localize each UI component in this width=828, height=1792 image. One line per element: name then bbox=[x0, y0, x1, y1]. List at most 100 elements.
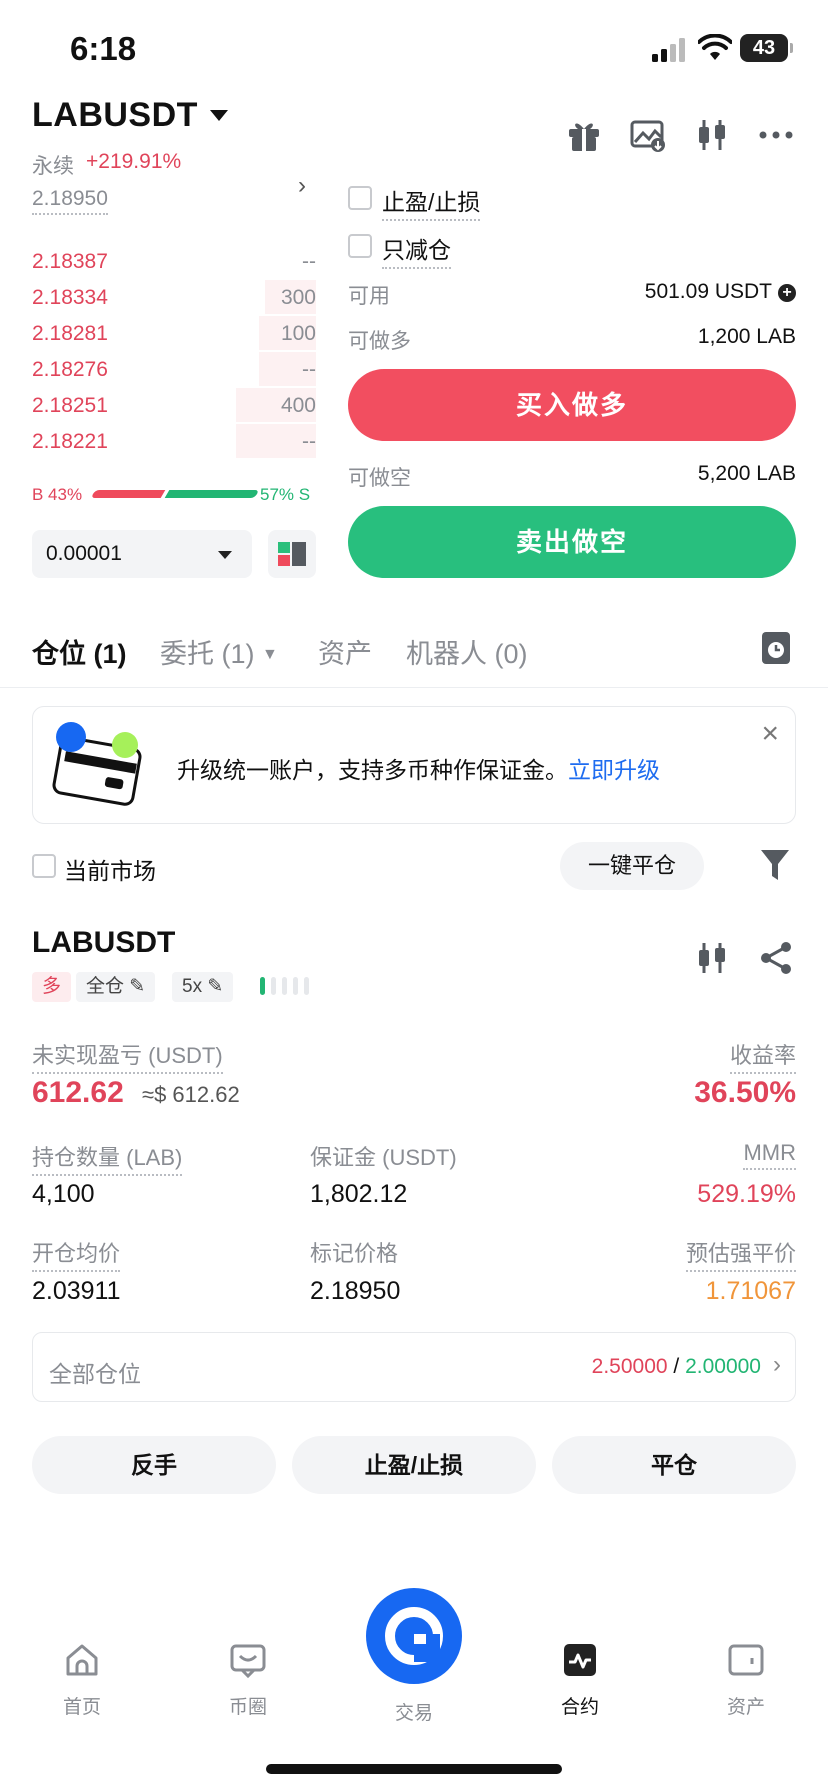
position-symbol[interactable]: LABUSDT bbox=[32, 926, 175, 960]
entry-price-value: 2.03911 bbox=[32, 1277, 121, 1305]
leverage-label: 5x bbox=[182, 976, 203, 997]
candlestick-icon[interactable] bbox=[694, 940, 730, 976]
tab-orders[interactable]: 委托 (1) ▼ bbox=[160, 632, 278, 671]
order-book-row[interactable]: 2.18276 -- bbox=[32, 352, 316, 388]
reverse-button[interactable]: 反手 bbox=[32, 1436, 276, 1494]
leverage-tag[interactable]: 5x ✎ bbox=[172, 972, 234, 1002]
order-book-row[interactable]: 2.18281 100 bbox=[32, 316, 316, 352]
gift-icon[interactable] bbox=[566, 117, 602, 153]
wallet-outline-icon bbox=[728, 1644, 764, 1676]
margin-mode-tag[interactable]: 全仓 ✎ bbox=[76, 972, 156, 1002]
reduce-only-checkbox[interactable] bbox=[348, 234, 372, 258]
change-percent: +219.91% bbox=[86, 150, 182, 173]
roe-label[interactable]: 收益率 bbox=[729, 1038, 796, 1074]
caret-down-icon bbox=[218, 551, 232, 559]
mark-price-label: 标记价格 bbox=[310, 1241, 399, 1266]
ask-price: 2.18276 bbox=[32, 358, 108, 381]
available-value: 501.09 USDT + bbox=[645, 280, 796, 304]
entry-price-label[interactable]: 开仓均价 bbox=[32, 1236, 121, 1272]
layout-icon bbox=[278, 542, 306, 566]
futures-icon bbox=[564, 1644, 596, 1676]
unrealized-pnl-usd: ≈$ 612.62 bbox=[142, 1082, 240, 1107]
nav-trade-label: 交易 bbox=[394, 1703, 433, 1724]
ask-price: 2.18334 bbox=[32, 286, 108, 309]
current-market-label[interactable]: 当前市场 bbox=[64, 852, 156, 886]
history-icon[interactable] bbox=[762, 632, 790, 664]
buy-ratio-label: B 43% bbox=[32, 485, 83, 504]
available-amount: 501.09 USDT bbox=[644, 280, 772, 303]
unrealized-pnl-value: 612.62 bbox=[32, 1076, 124, 1109]
buy-long-button[interactable]: 买入做多 bbox=[348, 369, 796, 441]
nav-futures[interactable]: 合约 bbox=[530, 1640, 630, 1719]
tp-sl-button[interactable]: 止盈/止损 bbox=[292, 1436, 536, 1494]
ask-price: 2.18221 bbox=[32, 430, 108, 453]
tab-bots[interactable]: 机器人 (0) bbox=[406, 632, 528, 671]
ask-quantity: -- bbox=[302, 250, 316, 273]
can-long-label: 可做多 bbox=[348, 330, 411, 353]
chat-icon bbox=[230, 1644, 266, 1679]
liq-price-label[interactable]: 预估强平价 bbox=[685, 1236, 796, 1272]
precision-value: 0.00001 bbox=[46, 542, 122, 565]
plus-circle-icon[interactable]: + bbox=[778, 284, 796, 302]
unrealized-pnl-label[interactable]: 未实现盈亏 (USDT) bbox=[32, 1038, 223, 1074]
more-icon[interactable] bbox=[758, 117, 794, 153]
current-market-checkbox[interactable] bbox=[32, 854, 56, 878]
cellular-signal-icon bbox=[652, 38, 685, 62]
ask-price: 2.18281 bbox=[32, 322, 108, 345]
size-label[interactable]: 持仓数量 (LAB) bbox=[32, 1140, 183, 1176]
upgrade-link[interactable]: 立即升级 bbox=[568, 757, 660, 783]
wallet-icon bbox=[52, 722, 142, 806]
sell-short-button[interactable]: 卖出做空 bbox=[348, 506, 796, 578]
order-book-row[interactable]: 2.18221 -- bbox=[32, 424, 316, 460]
ask-quantity: 300 bbox=[280, 286, 316, 309]
liq-price-value: 1.71067 bbox=[705, 1277, 796, 1305]
all-positions-short: 2.00000 bbox=[685, 1355, 761, 1378]
image-chart-icon[interactable] bbox=[630, 117, 666, 153]
ask-quantity: 100 bbox=[280, 322, 316, 345]
chevron-right-icon[interactable]: › bbox=[298, 172, 306, 200]
share-icon[interactable] bbox=[758, 940, 794, 976]
order-book-row[interactable]: 2.18387 -- bbox=[32, 244, 316, 280]
nav-assets[interactable]: 资产 bbox=[696, 1640, 796, 1719]
nav-community[interactable]: 币圈 bbox=[198, 1640, 298, 1719]
can-long-value: 1,200 LAB bbox=[697, 325, 796, 348]
all-positions-values: 2.50000 / 2.00000 bbox=[592, 1355, 761, 1379]
last-price[interactable]: 2.18950 bbox=[32, 187, 108, 215]
filter-icon[interactable] bbox=[760, 848, 790, 882]
home-indicator bbox=[266, 1764, 562, 1774]
precision-select[interactable]: 0.00001 bbox=[32, 530, 252, 578]
symbol-title[interactable]: LABUSDT bbox=[32, 96, 198, 135]
wifi-icon bbox=[698, 34, 732, 60]
trade-logo-icon bbox=[385, 1607, 443, 1665]
close-all-button[interactable]: 一键平仓 bbox=[560, 842, 704, 890]
candlestick-icon[interactable] bbox=[694, 117, 730, 153]
margin-label: 保证金 (USDT) bbox=[310, 1145, 457, 1170]
upgrade-banner[interactable]: 升级统一账户，支持多币种作保证金。立即升级 × bbox=[32, 706, 796, 824]
tp-sl-label[interactable]: 止盈/止损 bbox=[382, 183, 481, 221]
ask-price: 2.18387 bbox=[32, 250, 108, 273]
contract-type: 永续 bbox=[32, 155, 74, 178]
mmr-label[interactable]: MMR bbox=[743, 1140, 796, 1170]
layout-toggle-button[interactable] bbox=[268, 530, 316, 578]
home-icon bbox=[66, 1644, 98, 1676]
all-positions-row[interactable]: 全部仓位 2.50000 / 2.00000 › bbox=[32, 1332, 796, 1402]
margin-mode-label: 全仓 bbox=[86, 976, 125, 997]
symbol-dropdown-icon[interactable] bbox=[210, 110, 228, 121]
tab-divider bbox=[0, 687, 828, 688]
tp-sl-checkbox[interactable] bbox=[348, 186, 372, 210]
tab-orders-label: 委托 (1) bbox=[160, 639, 255, 669]
nav-trade-button[interactable] bbox=[366, 1588, 462, 1684]
reduce-only-label[interactable]: 只减仓 bbox=[382, 231, 451, 269]
sell-ratio-label: 57% S bbox=[260, 485, 311, 504]
roe-value: 36.50% bbox=[694, 1076, 796, 1109]
ask-quantity: 400 bbox=[280, 394, 316, 417]
nav-home[interactable]: 首页 bbox=[32, 1640, 132, 1719]
tab-assets[interactable]: 资产 bbox=[318, 632, 372, 671]
tab-positions[interactable]: 仓位 (1) bbox=[32, 632, 127, 671]
order-book-row[interactable]: 2.18334 300 bbox=[32, 280, 316, 316]
order-book-row[interactable]: 2.18251 400 bbox=[32, 388, 316, 424]
all-positions-long: 2.50000 bbox=[591, 1355, 668, 1378]
close-icon[interactable]: × bbox=[761, 717, 779, 751]
close-position-button[interactable]: 平仓 bbox=[552, 1436, 796, 1494]
banner-message: 升级统一账户，支持多币种作保证金。 bbox=[177, 757, 568, 783]
